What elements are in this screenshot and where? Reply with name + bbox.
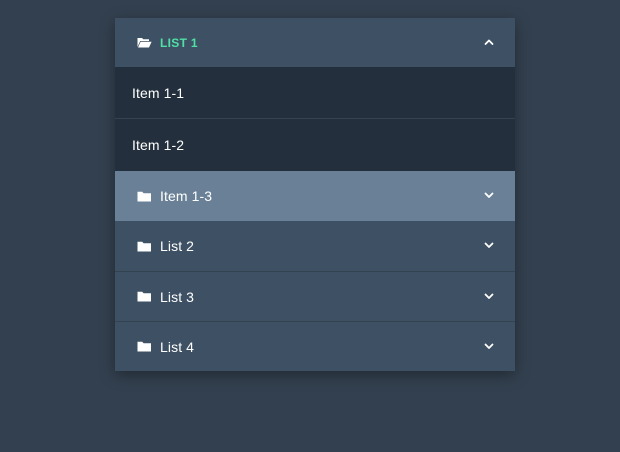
accordion-header-list-2[interactable]: List 2	[115, 221, 515, 271]
chevron-down-icon[interactable]	[483, 292, 495, 300]
list-item-item-1-1[interactable]: Item 1-1	[115, 67, 515, 119]
accordion-header-label: List 4	[160, 338, 195, 355]
list-item-item-1-2[interactable]: Item 1-2	[115, 119, 515, 171]
accordion-menu: LIST 1 Item 1-1 Item 1-2 Item 1-3 List 2…	[115, 18, 515, 371]
accordion-header-label: List 2	[160, 238, 195, 254]
accordion-header-label: Item 1-3	[160, 188, 213, 204]
chevron-up-icon[interactable]	[483, 38, 495, 46]
list-item-label: Item 1-2	[132, 137, 185, 153]
folder-icon	[137, 191, 152, 202]
accordion-header-item-1-3[interactable]: Item 1-3	[115, 171, 515, 221]
chevron-down-icon[interactable]	[483, 342, 495, 350]
folder-icon	[137, 291, 152, 302]
list-item-label: Item 1-1	[132, 84, 185, 101]
folder-icon	[137, 241, 152, 252]
accordion-header-list-3[interactable]: List 3	[115, 271, 515, 321]
chevron-down-icon[interactable]	[483, 241, 495, 249]
folder-icon	[137, 341, 152, 352]
accordion-header-list-4[interactable]: List 4	[115, 321, 515, 371]
accordion-header-list-1[interactable]: LIST 1	[115, 18, 515, 67]
chevron-down-icon[interactable]	[483, 191, 495, 199]
accordion-header-label: LIST 1	[160, 35, 198, 50]
accordion-header-label: List 3	[160, 288, 195, 305]
open-folder-icon	[137, 37, 152, 48]
